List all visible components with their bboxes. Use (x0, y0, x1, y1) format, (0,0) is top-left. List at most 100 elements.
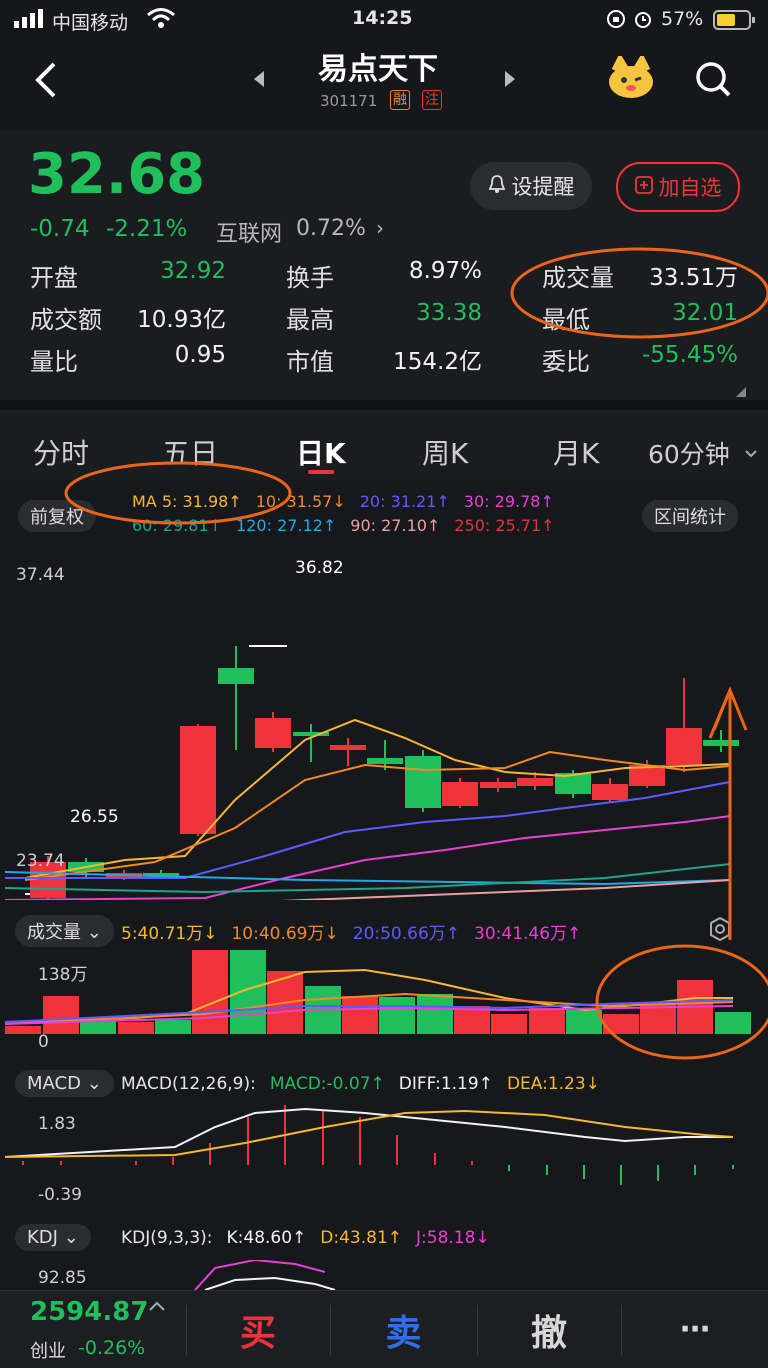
legend-item: KDJ(9,3,3): (121, 1228, 213, 1248)
index-name: 创业 (30, 1341, 66, 1362)
price-axis-low: 23.74 (16, 851, 65, 871)
tab-60min[interactable]: 60分钟 (648, 435, 730, 471)
volume-bar (529, 1008, 565, 1034)
wifi-icon (146, 6, 176, 35)
stat-value: 33.38 (416, 300, 482, 326)
index-ticker[interactable]: 2594.87 创业 -0.26% (0, 1291, 185, 1368)
registration-tag: 注 (422, 90, 442, 110)
legend-item: 30:41.46万↑ (474, 924, 582, 944)
volume-bar (379, 997, 415, 1034)
annotation-ellipse-low (510, 247, 768, 339)
stat-label: 开盘 (30, 264, 78, 292)
legend-item: 20:50.66万↑ (352, 924, 461, 944)
range-stats-button[interactable]: 区间统计 (642, 500, 738, 532)
kdj-legend: KDJ(9,3,3): K:48.60↑ D:43.81↑ J:58.18↓ (121, 1228, 504, 1248)
quote-panel: 32.68 -0.74 -2.21% 互联网 0.72% › 设提醒 加自选 开… (0, 130, 768, 400)
next-stock-icon[interactable] (503, 70, 517, 92)
margin-tag: 融 (390, 90, 410, 110)
legend-item: MACD:-0.07↑ (269, 1074, 385, 1094)
add-watchlist-label: 加自选 (658, 176, 722, 200)
chevron-down-icon: ⌄ (86, 1073, 102, 1094)
chevron-right-icon: › (376, 216, 384, 240)
legend-item: D:43.81↑ (320, 1228, 403, 1248)
stat-label: 最高 (286, 306, 334, 334)
volume-bar (230, 950, 266, 1034)
battery-icon (713, 10, 757, 35)
stat-label: 量比 (30, 348, 78, 376)
macd-indicator-button[interactable]: MACD ⌄ (15, 1070, 114, 1097)
stat-value: 32.92 (160, 258, 226, 284)
legend-item: 20: 31.21↑ (359, 492, 450, 511)
macd-legend: MACD(12,26,9): MACD:-0.07↑ DIFF:1.19↑ DEA:1… (121, 1074, 614, 1094)
candle-body (517, 778, 553, 786)
volume-bar (417, 994, 453, 1034)
volume-bar (342, 996, 378, 1034)
legend-item: DEA:1.23↓ (506, 1074, 600, 1094)
chevron-down-icon[interactable] (744, 444, 758, 463)
kdj-indicator-label: KDJ (27, 1227, 58, 1248)
volume-axis-max: 138万 (38, 965, 88, 985)
macd-diff-line (5, 1107, 733, 1158)
price-change-pct: -2.21% (106, 216, 188, 242)
clock: 14:25 (352, 7, 413, 29)
candle-body (330, 745, 366, 750)
add-watchlist-button[interactable]: 加自选 (616, 162, 740, 212)
stat-label: 换手 (286, 264, 334, 292)
candle-body (367, 758, 403, 764)
volume-indicator-label: 成交量 (27, 922, 81, 943)
kdj-k-line (204, 1276, 336, 1290)
stock-name: 易点天下 (318, 52, 438, 87)
more-button[interactable]: ⋯ (622, 1291, 768, 1368)
sector-name[interactable]: 互联网 (216, 216, 282, 248)
sell-button[interactable]: 卖 (331, 1291, 476, 1368)
stock-header: 易点天下 301171 融 注 (0, 40, 768, 130)
kdj-axis-high: 92.85 (38, 1268, 87, 1288)
stat-value: 0.95 (174, 342, 226, 368)
legend-item: K:48.60↑ (226, 1228, 307, 1248)
alarm-icon (633, 9, 653, 34)
stat-value: 154.2亿 (393, 349, 482, 375)
search-icon[interactable] (694, 60, 734, 104)
volume-bar (43, 996, 79, 1034)
macd-indicator-label: MACD (27, 1073, 81, 1094)
legend-item: 30: 29.78↑ (463, 492, 554, 511)
sector-change[interactable]: 0.72% (296, 216, 366, 241)
mascot-icon[interactable] (606, 52, 656, 104)
buy-button[interactable]: 买 (187, 1291, 329, 1368)
back-icon[interactable] (32, 60, 60, 104)
chevron-down-icon: ⌄ (63, 1227, 79, 1248)
kdj-indicator-button[interactable]: KDJ ⌄ (15, 1224, 91, 1251)
plus-box-icon (634, 175, 653, 199)
annotation-arrow (595, 685, 768, 1060)
volume-indicator-button[interactable]: 成交量 ⌄ (15, 915, 114, 947)
set-alert-button[interactable]: 设提醒 (470, 162, 592, 210)
expand-corner-icon[interactable] (736, 382, 746, 401)
min-price-label: 26.55 (70, 807, 119, 827)
chart-panel: 前复权 MA 5: 31.98↑ 10: 31.57↓ 20: 31.21↑ 30: … (0, 461, 768, 1290)
kdj-j-line (194, 1260, 326, 1290)
active-tab-indicator (308, 470, 334, 474)
volume-legend: 5:40.71万↓ 10:40.69万↓ 20:50.66万↑ 30:41.46万↑ (121, 919, 595, 944)
legend-item: 10:40.69万↓ (231, 924, 339, 944)
cancel-order-button[interactable]: 撤 (478, 1291, 620, 1368)
range-stats-label: 区间统计 (654, 507, 726, 528)
macd-chart[interactable] (5, 1105, 763, 1205)
max-price-label: 36.82 (295, 558, 344, 578)
stat-value: 8.97% (408, 258, 482, 284)
carrier-name: 中国移动 (52, 12, 129, 34)
volume-bar (192, 950, 228, 1034)
tab-monthly-k[interactable]: 月K (553, 432, 599, 472)
price-axis-high: 37.44 (16, 565, 65, 585)
kdj-chart[interactable] (5, 1260, 763, 1290)
current-price: 32.68 (28, 142, 206, 207)
candle-body (255, 718, 291, 748)
macd-axis-high: 1.83 (38, 1114, 76, 1134)
candle-body (405, 756, 441, 808)
legend-item: DIFF:1.19↑ (398, 1074, 493, 1094)
legend-item: 90: 27.10↑ (350, 516, 441, 535)
prev-stock-icon[interactable] (252, 70, 266, 92)
price-change: -0.74 (30, 216, 90, 242)
candle-body (218, 668, 254, 684)
tab-daily-k[interactable]: 日K (296, 432, 346, 472)
tab-weekly-k[interactable]: 周K (422, 432, 468, 472)
